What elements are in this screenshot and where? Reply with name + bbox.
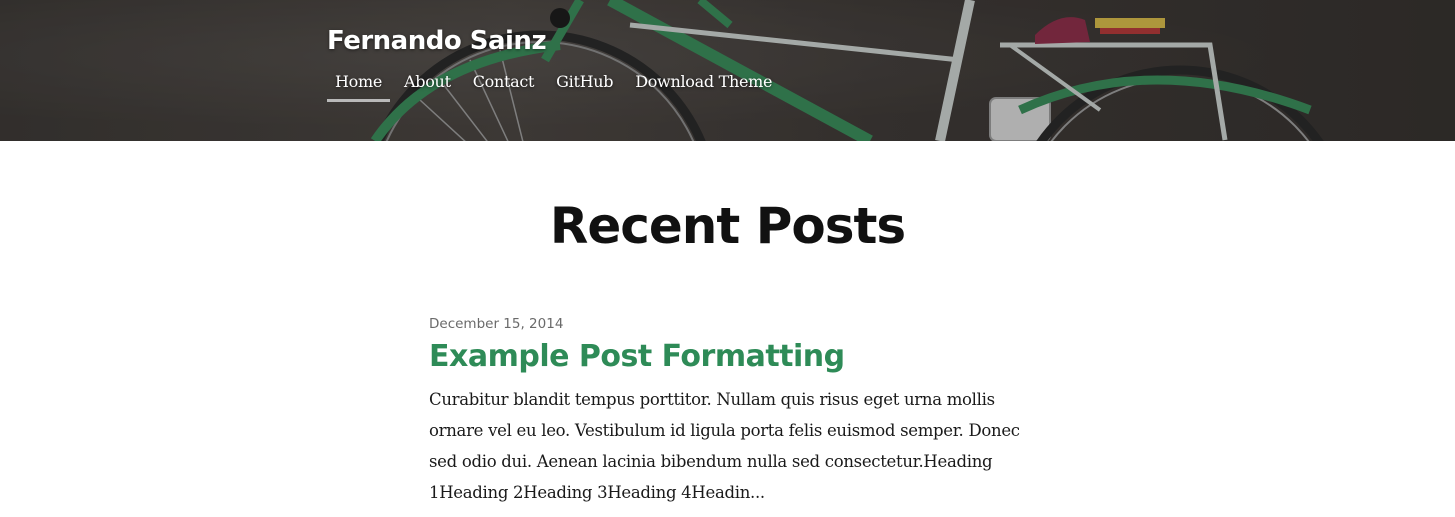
main-nav: Home About Contact GitHub Download Theme [327,72,786,102]
nav-item-download-theme[interactable]: Download Theme [627,72,780,102]
site-header: Fernando Sainz Home About Contact GitHub… [0,0,1455,141]
site-title[interactable]: Fernando Sainz [327,26,547,56]
nav-item-github[interactable]: GitHub [548,72,621,102]
nav-item-home[interactable]: Home [327,72,391,102]
post-item: December 15, 2014 Example Post Formattin… [429,316,1029,508]
nav-item-contact[interactable]: Contact [465,72,542,102]
nav-item-about[interactable]: About [396,72,459,102]
post-excerpt: Curabitur blandit tempus porttitor. Null… [429,390,1020,502]
post-date: December 15, 2014 [429,316,564,332]
post-title-link[interactable]: Example Post Formatting [429,339,1029,374]
header-bicycle-image [0,0,1455,141]
page-title: Recent Posts [549,197,906,255]
